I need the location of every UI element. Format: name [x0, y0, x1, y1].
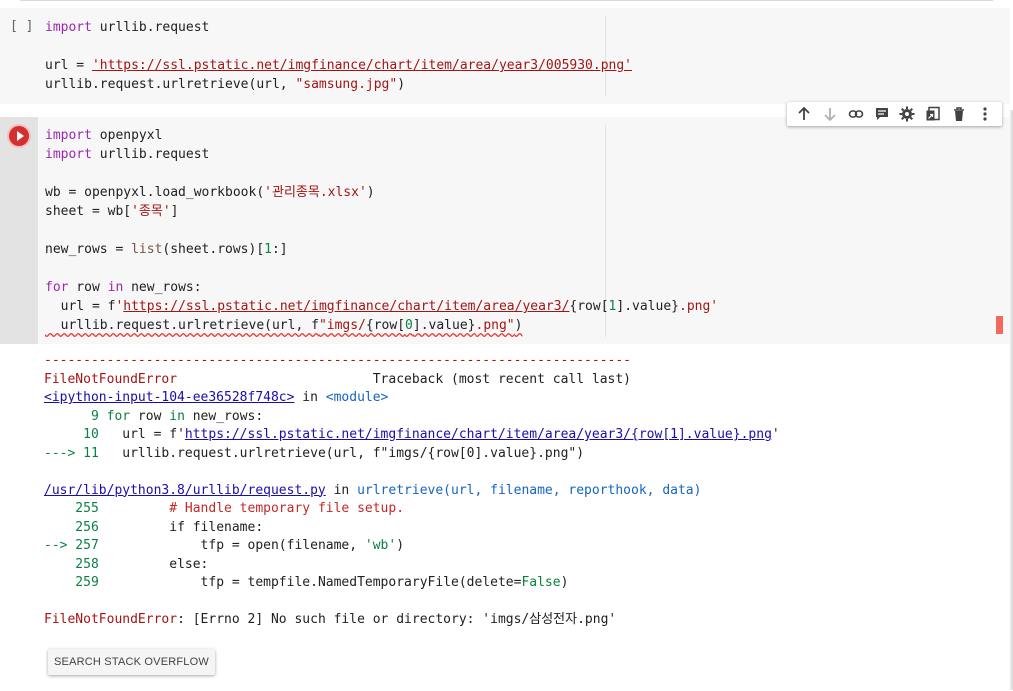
traceback-code: new_rows: — [184, 408, 264, 424]
code-cell-2[interactable]: import openpyxl import urllib.request wb… — [0, 117, 1010, 344]
traceback-function: urlretrieve(url, filename, reporthook, d… — [357, 482, 702, 498]
code-token: urllib.request.urlretrieve(url, f — [45, 318, 319, 333]
traceback-lineno: 259 — [44, 575, 99, 590]
traceback-keyword: False — [521, 575, 561, 590]
traceback-code: row — [130, 408, 170, 424]
more-options-icon[interactable] — [975, 104, 995, 124]
cell-gutter — [0, 117, 38, 344]
traceback-code: ) — [396, 538, 405, 553]
code-builtin: list — [131, 242, 163, 257]
code-string: .png' — [679, 299, 719, 314]
search-stack-overflow-button[interactable]: SEARCH STACK OVERFLOW — [48, 649, 215, 675]
traceback-keyword: in — [169, 408, 185, 424]
code-string: .png" — [475, 318, 515, 333]
code-string: '종목' — [131, 204, 171, 219]
code-token: urllib.request.urlretrieve(url, — [45, 77, 296, 92]
error-squiggle-line: urllib.request.urlretrieve(url, f"imgs/{… — [45, 318, 523, 333]
code-token: ) — [366, 185, 375, 200]
traceback-frame-link[interactable]: <ipython-input-104-ee36528f748c> — [44, 390, 294, 405]
move-down-icon[interactable] — [820, 104, 840, 124]
code-token: ] — [170, 204, 179, 219]
run-cell-button[interactable] — [9, 126, 29, 146]
gear-icon[interactable] — [897, 104, 917, 124]
cell-exec-count[interactable]: [ ] — [10, 19, 33, 34]
traceback-url-link[interactable]: https://ssl.pstatic.net/imgfinance/chart… — [185, 427, 772, 442]
cell-1-code[interactable]: import urllib.request url = 'https://ssl… — [45, 18, 632, 94]
move-up-icon[interactable] — [794, 104, 814, 124]
delete-icon[interactable] — [949, 104, 969, 124]
traceback-lineno: 256 — [44, 519, 99, 535]
cell-output: ----------------------------------------… — [0, 344, 1010, 690]
cell-toolbar — [787, 102, 1002, 126]
code-token: ) — [397, 77, 406, 92]
error-line-marker — [996, 316, 1003, 334]
code-token: (sheet.rows)[ — [162, 242, 265, 257]
traceback-header: Traceback (most recent call last) — [177, 371, 632, 387]
traceback-code: if filename: — [98, 519, 264, 535]
traceback-lineno: 255 — [44, 501, 99, 516]
traceback-code: urllib.request.urlretrieve(url, f"imgs/{… — [98, 445, 585, 461]
code-token: ].value} — [412, 318, 476, 333]
code-cell-1[interactable]: [ ] import urllib.request url = 'https:/… — [0, 8, 1010, 104]
code-string: '관리종목.xlsx' — [264, 185, 367, 200]
traceback-string: 'wb' — [364, 538, 397, 553]
mirror-cell-icon[interactable] — [923, 104, 943, 124]
code-number: 0 — [405, 318, 413, 333]
traceback-code: else: — [98, 556, 209, 572]
traceback-lineno: 9 — [44, 408, 99, 424]
traceback-frame-link[interactable]: /usr/lib/python3.8/urllib/request.py — [44, 483, 326, 498]
code-token: urllib.request — [91, 147, 210, 162]
traceback-text: in — [294, 390, 326, 405]
code-token: row — [68, 280, 108, 295]
traceback-keyword: for — [98, 408, 131, 424]
code-token: {row[ — [365, 318, 406, 333]
code-token: sheet = wb[ — [45, 204, 132, 219]
final-error-name: FileNotFoundError — [44, 612, 178, 627]
traceback-code: url = f' — [98, 427, 185, 442]
code-token: in — [107, 280, 124, 295]
code-token: for — [45, 280, 69, 295]
code-token: import — [45, 20, 92, 35]
code-token: :] — [271, 242, 288, 257]
code-token: {row[ — [569, 299, 609, 314]
traceback-code: ) — [560, 575, 569, 590]
traceback-code: tfp = tempfile.NamedTemporaryFile(delete… — [98, 575, 522, 590]
code-token: import — [45, 147, 92, 162]
cell-2-code[interactable]: import openpyxl import urllib.request wb… — [45, 126, 718, 335]
traceback-arrow: ---> 11 — [44, 445, 99, 461]
code-string: 'https://ssl.pstatic.net/imgfinance/char… — [91, 58, 633, 73]
traceback-divider: ----------------------------------------… — [44, 353, 631, 368]
code-token: ].value} — [616, 299, 679, 314]
traceback-text: in — [325, 482, 358, 498]
code-token: new_rows: — [123, 280, 202, 295]
traceback-code: tfp = open(filename, — [98, 538, 365, 553]
code-token: url = — [45, 58, 92, 73]
code-string: https://ssl.pstatic.net/imgfinance/chart… — [123, 299, 570, 314]
code-string: "imgs/ — [318, 318, 366, 333]
link-icon[interactable] — [846, 104, 866, 124]
code-token: wb = openpyxl.load_workbook( — [45, 185, 265, 200]
traceback-lineno: 258 — [44, 556, 99, 572]
code-token: ) — [514, 318, 523, 333]
code-token: openpyxl — [91, 128, 163, 143]
comment-icon[interactable] — [872, 104, 892, 124]
code-number: 1 — [264, 242, 272, 257]
top-divider — [20, 0, 993, 1]
traceback-arrow: --> 257 — [44, 538, 99, 553]
code-string: "samsung.jpg" — [295, 77, 398, 92]
code-token: url = f — [45, 299, 116, 314]
traceback-module: <module> — [325, 390, 389, 405]
traceback-comment: # Handle temporary file setup. — [98, 501, 405, 516]
traceback: ----------------------------------------… — [44, 352, 780, 630]
code-token: import — [45, 128, 92, 143]
final-error-message: : [Errno 2] No such file or directory: '… — [177, 612, 617, 627]
error-name: FileNotFoundError — [44, 371, 178, 387]
code-token: new_rows = — [45, 242, 132, 257]
traceback-lineno: 10 — [44, 427, 99, 442]
code-token: urllib.request — [91, 20, 210, 35]
traceback-code: ' — [771, 427, 780, 442]
